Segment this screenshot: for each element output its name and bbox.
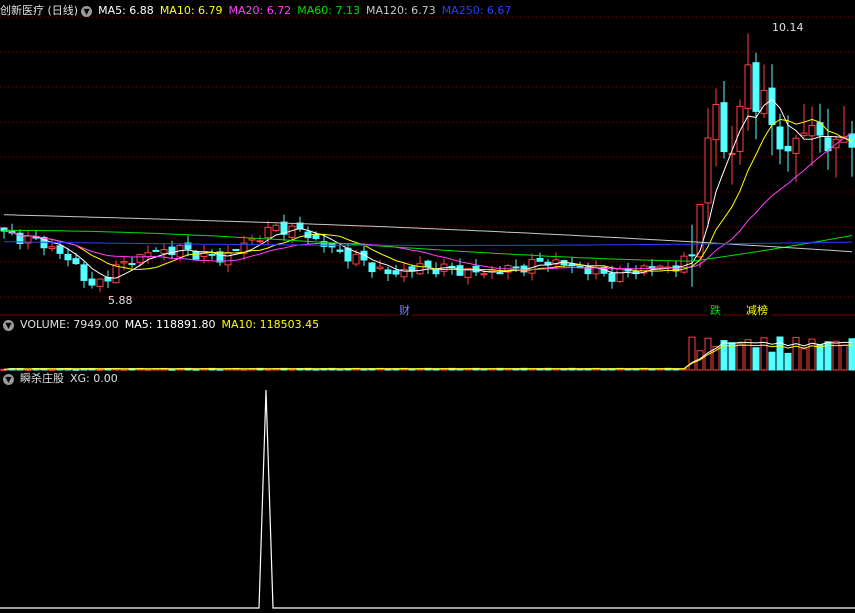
candle-body	[272, 224, 280, 231]
xg-spike-line	[0, 389, 855, 609]
candle-body	[192, 251, 200, 260]
chevron-down-icon[interactable]: ▼	[81, 5, 93, 17]
ma10-value: MA10: 6.79	[159, 4, 223, 17]
ma5-value: MA5: 6.88	[98, 4, 154, 17]
volume-header: ▼ VOLUME: 7949.00 MA5: 118891.80 MA10: 1185…	[0, 317, 325, 333]
candle-body	[784, 145, 792, 152]
candle-body	[760, 89, 768, 115]
event-marker: 财	[399, 303, 410, 317]
ma120-value: MA120: 6.73	[365, 4, 436, 17]
ma120-line	[3, 214, 853, 253]
candle-body	[776, 126, 784, 150]
candle-body	[512, 266, 520, 269]
candle-body	[808, 125, 816, 137]
candle-body	[376, 266, 384, 270]
candle-body	[736, 105, 744, 152]
candle-body	[208, 253, 216, 256]
candle-body	[688, 254, 696, 257]
candle-body	[424, 260, 432, 268]
candle-body	[536, 257, 544, 262]
candle-body	[64, 253, 72, 261]
volume-bar	[848, 338, 855, 371]
candle-body	[256, 240, 264, 243]
volume-ma5: MA5: 118891.80	[124, 318, 216, 331]
event-marker: 减榜	[746, 303, 768, 317]
candle-body	[232, 248, 240, 251]
volume-ma10: MA10: 118503.45	[221, 318, 320, 331]
candle-body	[768, 87, 776, 126]
volume-bar	[776, 336, 784, 371]
stock-title: 创新医疗 (日线)	[0, 4, 79, 17]
candle-body	[248, 238, 256, 241]
candle-body	[224, 251, 232, 266]
indicator-name: 瞬杀庄股	[20, 372, 64, 385]
candle-body	[264, 226, 272, 239]
candle-body	[696, 204, 704, 258]
candle-body	[80, 264, 88, 281]
candle-body	[72, 258, 80, 265]
volume-bar	[768, 351, 776, 371]
chevron-down-icon[interactable]: ▼	[3, 319, 14, 331]
candle-body	[384, 269, 392, 274]
candle-body	[704, 137, 712, 204]
candle-body	[56, 245, 64, 254]
candle-body	[792, 137, 800, 154]
candle-body	[608, 272, 616, 282]
candle-body	[392, 270, 400, 275]
volume-bar	[736, 343, 744, 371]
candle-body	[528, 259, 536, 274]
volume-bar	[744, 339, 752, 371]
candle-body	[112, 264, 120, 284]
candle-body	[96, 278, 104, 288]
candle-body	[800, 132, 808, 137]
candle-body	[88, 278, 96, 286]
candle-body	[712, 103, 720, 141]
candle-body	[120, 261, 128, 264]
volume-bar	[752, 347, 760, 371]
candle-body	[432, 268, 440, 275]
event-marker: 跌	[710, 303, 721, 317]
candle-body	[416, 263, 424, 275]
volume-bar	[792, 336, 800, 371]
volume-bar	[784, 352, 792, 371]
ma250-line	[3, 241, 853, 246]
candle-body	[728, 152, 736, 155]
candle-body	[152, 249, 160, 252]
candle-body	[720, 102, 728, 153]
candle-body	[496, 272, 504, 275]
ma60-value: MA60: 7.13	[297, 4, 360, 17]
candle-body	[480, 273, 488, 276]
ma250-value: MA250: 6.67	[441, 4, 512, 17]
high-price-label: 10.14	[772, 21, 804, 34]
chevron-down-icon[interactable]: ▼	[3, 373, 14, 385]
candle-body	[752, 62, 760, 112]
candle-body	[352, 253, 360, 265]
candle-body	[136, 254, 144, 263]
candle-body	[160, 249, 168, 254]
xg-indicator	[0, 389, 855, 609]
stock-chart-canvas[interactable]: 10.14 5.88 财 跌 减榜	[0, 0, 855, 613]
chart-labels: 10.14 5.88 财 跌 减榜	[108, 21, 804, 317]
xg-value: XG: 0.00	[70, 372, 118, 385]
ma20-value: MA20: 6.72	[228, 4, 292, 17]
volume-value: VOLUME: 7949.00	[20, 318, 119, 331]
volume-bar	[840, 344, 848, 371]
candle-body	[368, 262, 376, 273]
volume-bars	[0, 336, 855, 371]
main-chart-header: 创新医疗 (日线) ▼ MA5: 6.88 MA10: 6.79 MA20: 6.72 M…	[0, 3, 517, 19]
low-price-label: 5.88	[108, 294, 133, 307]
candle-body	[48, 246, 56, 250]
indicator-header: ▼ 瞬杀庄股 XG: 0.00	[0, 371, 124, 387]
candle-body	[336, 249, 344, 252]
candle-body	[616, 268, 624, 283]
candle-body	[312, 233, 320, 239]
volume-bar	[816, 344, 824, 371]
candle-body	[128, 263, 136, 266]
candle-body	[456, 265, 464, 276]
volume-bar	[800, 348, 808, 371]
candle-body	[744, 64, 752, 109]
